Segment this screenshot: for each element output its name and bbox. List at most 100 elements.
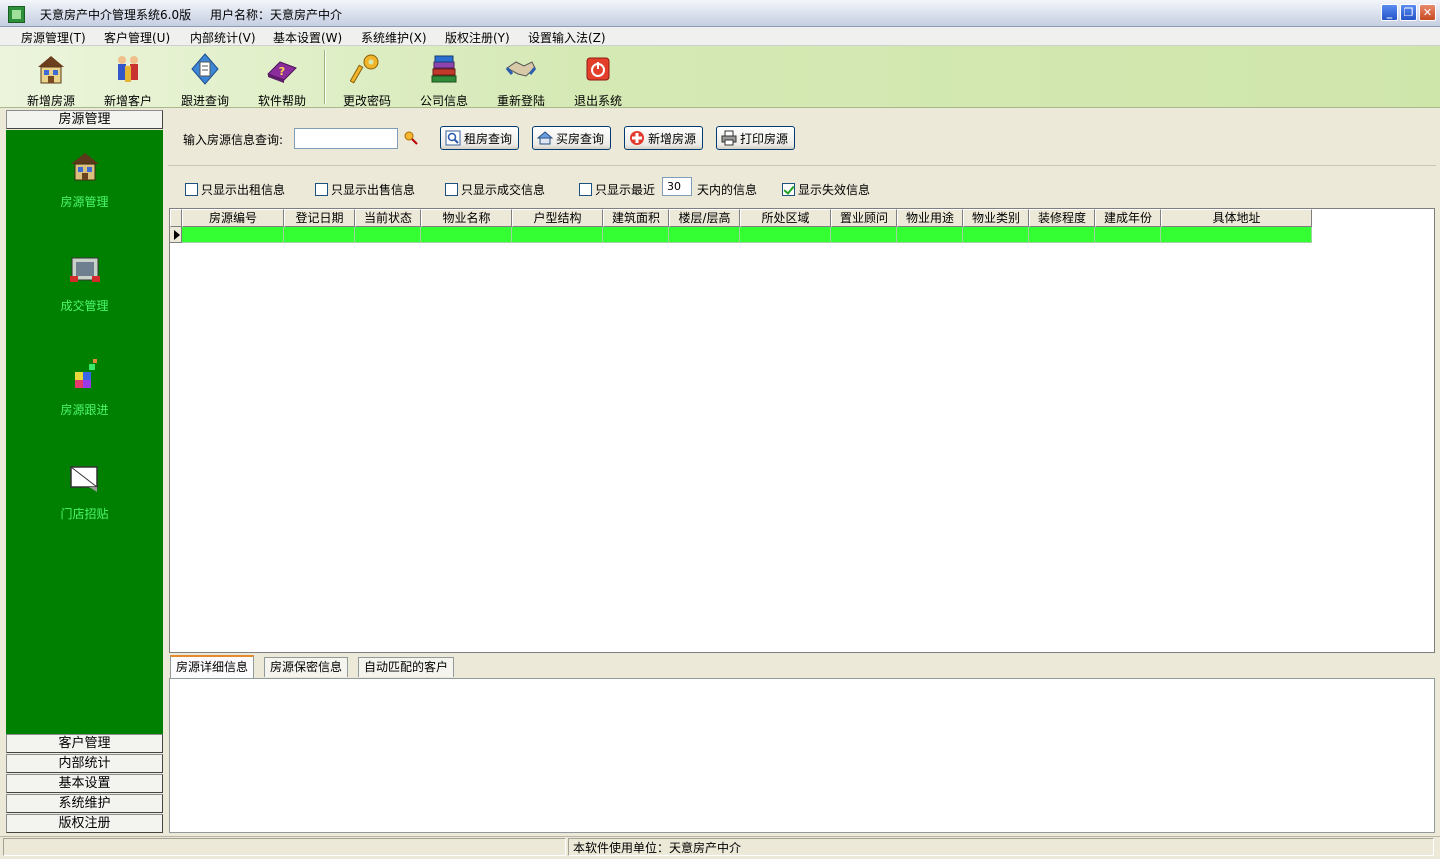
relogin-label: 重新登陆 xyxy=(496,94,545,108)
exit-system-button[interactable]: 退出系统 xyxy=(560,52,636,108)
tab-house-confidential[interactable]: 房源保密信息 xyxy=(264,657,349,677)
table-cell[interactable] xyxy=(740,227,831,243)
sidebar-section-customer[interactable]: 客户管理 xyxy=(6,734,163,753)
show-invalid-checkbox[interactable]: 显示失效信息 xyxy=(782,181,870,198)
table-cell[interactable] xyxy=(1029,227,1095,243)
tab-matched-customers[interactable]: 自动匹配的客户 xyxy=(358,657,455,677)
menu-internal-stats[interactable]: 内部统计(V) xyxy=(190,29,256,46)
sale-only-box[interactable] xyxy=(315,183,328,196)
company-info-label: 公司信息 xyxy=(419,94,468,108)
recent-only-checkbox[interactable]: 只显示最近 xyxy=(579,181,655,198)
col-layout[interactable]: 户型结构 xyxy=(512,209,603,227)
menu-bar: 房源管理(T) 客户管理(U) 内部统计(V) 基本设置(W) 系统维护(X) … xyxy=(0,27,1440,46)
col-area[interactable]: 建筑面积 xyxy=(603,209,669,227)
plus-icon xyxy=(630,131,644,145)
print-house-button[interactable]: 打印房源 xyxy=(716,126,796,150)
table-cell[interactable] xyxy=(963,227,1029,243)
menu-system-maintenance[interactable]: 系统维护(X) xyxy=(361,29,427,46)
table-cell[interactable] xyxy=(355,227,421,243)
handshake-icon xyxy=(505,61,537,77)
grid-header: 房源编号 登记日期 当前状态 物业名称 户型结构 建筑面积 楼层/层高 所处区域… xyxy=(170,209,1312,227)
table-cell[interactable] xyxy=(897,227,963,243)
deal-only-box[interactable] xyxy=(445,183,458,196)
app-icon xyxy=(8,6,25,23)
help-book-icon: ? xyxy=(267,61,297,83)
show-invalid-box[interactable] xyxy=(782,183,795,196)
sidebar-section-settings[interactable]: 基本设置 xyxy=(6,774,163,793)
table-row[interactable] xyxy=(170,227,1312,243)
sidebar-section-house[interactable]: 房源管理 xyxy=(6,110,163,129)
add-house-label: 新增房源 xyxy=(26,94,75,108)
menu-basic-settings[interactable]: 基本设置(W) xyxy=(273,29,342,46)
grid-corner xyxy=(170,209,182,227)
sidebar-section-stats[interactable]: 内部统计 xyxy=(6,754,163,773)
rent-query-button[interactable]: 租房查询 xyxy=(440,126,520,150)
sidebar-panel: 房源管理 成交管理 房源跟进 门店招贴 xyxy=(6,130,163,734)
sidebar: 房源管理 房源管理 成交管理 房源跟进 门店招贴 客户管理 内部统计 基本设置 … xyxy=(6,110,163,834)
search-row: 输入房源信息查询: 租房查询 买房查询 新增房源 打印房源 xyxy=(168,110,1436,166)
search-label: 输入房源信息查询: xyxy=(183,133,284,147)
buy-query-button[interactable]: 买房查询 xyxy=(532,126,612,150)
rent-only-checkbox[interactable]: 只显示出租信息 xyxy=(185,181,285,198)
table-cell[interactable] xyxy=(1161,227,1312,243)
col-property-name[interactable]: 物业名称 xyxy=(421,209,512,227)
sidebar-tool-deal[interactable]: 成交管理 xyxy=(6,252,163,314)
sidebar-section-maintenance[interactable]: 系统维护 xyxy=(6,794,163,813)
sidebar-section-registration[interactable]: 版权注册 xyxy=(6,814,163,833)
add-house-search-button[interactable]: 新增房源 xyxy=(624,126,704,150)
table-cell[interactable] xyxy=(284,227,355,243)
table-cell[interactable] xyxy=(603,227,669,243)
table-cell[interactable] xyxy=(1095,227,1161,243)
sidebar-tool-followup[interactable]: 房源跟进 xyxy=(6,356,163,418)
recent-only-box[interactable] xyxy=(579,183,592,196)
col-address[interactable]: 具体地址 xyxy=(1161,209,1312,227)
change-password-button[interactable]: 更改密码 xyxy=(329,52,405,108)
sale-only-checkbox[interactable]: 只显示出售信息 xyxy=(315,181,415,198)
tab-house-detail[interactable]: 房源详细信息 xyxy=(170,655,255,678)
close-button[interactable]: ✕ xyxy=(1419,4,1436,21)
col-build-year[interactable]: 建成年份 xyxy=(1095,209,1161,227)
col-floor[interactable]: 楼层/层高 xyxy=(669,209,740,227)
rent-only-box[interactable] xyxy=(185,183,198,196)
col-category[interactable]: 物业类别 xyxy=(963,209,1029,227)
poster-icon xyxy=(69,466,98,492)
search-icon[interactable] xyxy=(404,131,418,145)
table-cell[interactable] xyxy=(831,227,897,243)
cubes-icon xyxy=(74,359,97,388)
menu-customer-management[interactable]: 客户管理(U) xyxy=(104,29,170,46)
books-icon xyxy=(431,55,457,83)
menu-copyright-registration[interactable]: 版权注册(Y) xyxy=(445,29,510,46)
table-cell[interactable] xyxy=(421,227,512,243)
recent-days-input[interactable]: 30 xyxy=(662,177,692,196)
sidebar-tool-house[interactable]: 房源管理 xyxy=(6,148,163,210)
house-grid[interactable]: 房源编号 登记日期 当前状态 物业名称 户型结构 建筑面积 楼层/层高 所处区域… xyxy=(169,208,1435,653)
col-region[interactable]: 所处区域 xyxy=(740,209,831,227)
col-status[interactable]: 当前状态 xyxy=(355,209,421,227)
col-register-date[interactable]: 登记日期 xyxy=(284,209,355,227)
col-usage[interactable]: 物业用途 xyxy=(897,209,963,227)
add-house-button[interactable]: 新增房源 xyxy=(13,52,89,108)
table-cell[interactable] xyxy=(512,227,603,243)
search-input[interactable] xyxy=(294,128,398,149)
followup-query-button[interactable]: 跟进查询 xyxy=(167,52,243,108)
exit-system-label: 退出系统 xyxy=(573,94,622,108)
buy-query-label: 买房查询 xyxy=(556,131,605,146)
menu-input-method[interactable]: 设置输入法(Z) xyxy=(528,29,606,46)
company-info-button[interactable]: 公司信息 xyxy=(406,52,482,108)
deal-only-checkbox[interactable]: 只显示成交信息 xyxy=(445,181,545,198)
relogin-button[interactable]: 重新登陆 xyxy=(483,52,559,108)
table-cell[interactable] xyxy=(669,227,740,243)
sidebar-tool-deal-label: 成交管理 xyxy=(60,299,109,313)
minimize-button[interactable]: _ xyxy=(1381,4,1398,21)
recent-only-label: 只显示最近 xyxy=(595,183,656,197)
sidebar-tool-poster-label: 门店招贴 xyxy=(60,507,109,521)
add-customer-button[interactable]: 新增客户 xyxy=(90,52,166,108)
menu-house-management[interactable]: 房源管理(T) xyxy=(21,29,86,46)
col-decoration[interactable]: 装修程度 xyxy=(1029,209,1095,227)
software-help-button[interactable]: ? 软件帮助 xyxy=(244,52,320,108)
table-cell[interactable] xyxy=(182,227,284,243)
col-agent[interactable]: 置业顾问 xyxy=(831,209,897,227)
restore-button[interactable]: ❐ xyxy=(1400,4,1417,21)
sidebar-tool-poster[interactable]: 门店招贴 xyxy=(6,460,163,522)
col-house-id[interactable]: 房源编号 xyxy=(182,209,284,227)
